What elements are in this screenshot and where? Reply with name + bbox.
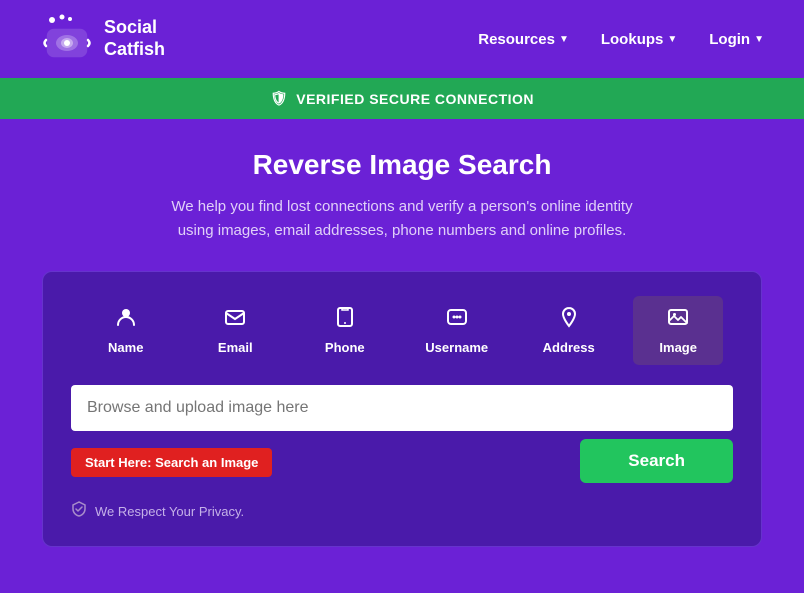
tab-username-label: Username — [425, 340, 488, 355]
person-icon — [115, 306, 137, 334]
image-icon — [667, 306, 689, 334]
secure-bar: 🛡 VERIFIED SECURE CONNECTION — [0, 78, 804, 119]
image-upload-area[interactable] — [71, 385, 733, 431]
nav-login[interactable]: Login ▼ — [709, 31, 764, 48]
tab-phone-label: Phone — [325, 340, 365, 355]
search-card: Name Email — [42, 271, 762, 547]
page-description: We help you find lost connections and ve… — [162, 195, 642, 243]
start-here-badge[interactable]: Start Here: Search an Image — [71, 448, 272, 477]
tab-image-label: Image — [659, 340, 697, 355]
main-content: Reverse Image Search We help you find lo… — [0, 119, 804, 587]
tab-address[interactable]: Address — [524, 296, 614, 365]
nav-resources[interactable]: Resources ▼ — [478, 31, 569, 48]
phone-icon — [334, 306, 356, 334]
tab-username[interactable]: Username — [409, 296, 504, 365]
logo[interactable]: Social Catfish — [40, 12, 165, 66]
search-button[interactable]: Search — [580, 439, 733, 483]
logo-text: Social Catfish — [104, 17, 165, 60]
tab-name[interactable]: Name — [81, 296, 171, 365]
email-icon — [224, 306, 246, 334]
privacy-text: We Respect Your Privacy. — [95, 504, 244, 519]
privacy-shield-icon — [71, 501, 87, 522]
tab-image[interactable]: Image — [633, 296, 723, 365]
action-row: Start Here: Search an Image Search — [71, 441, 733, 483]
chevron-down-icon: ▼ — [667, 34, 677, 45]
chevron-down-icon: ▼ — [754, 34, 764, 45]
page-title: Reverse Image Search — [253, 149, 552, 181]
image-upload-input[interactable] — [71, 385, 733, 431]
tab-phone[interactable]: Phone — [300, 296, 390, 365]
address-icon — [558, 306, 580, 334]
nav-lookups[interactable]: Lookups ▼ — [601, 31, 677, 48]
tabs-row: Name Email — [71, 296, 733, 365]
tab-email-label: Email — [218, 340, 253, 355]
tab-address-label: Address — [543, 340, 595, 355]
tab-name-label: Name — [108, 340, 143, 355]
tab-email[interactable]: Email — [190, 296, 280, 365]
privacy-row: We Respect Your Privacy. — [71, 501, 733, 522]
username-icon — [446, 306, 468, 334]
logo-icon — [40, 12, 94, 66]
header: Social Catfish Resources ▼ Lookups ▼ Log… — [0, 0, 804, 78]
chevron-down-icon: ▼ — [559, 34, 569, 45]
shield-icon: 🛡 — [270, 90, 288, 107]
nav: Resources ▼ Lookups ▼ Login ▼ — [478, 31, 764, 48]
